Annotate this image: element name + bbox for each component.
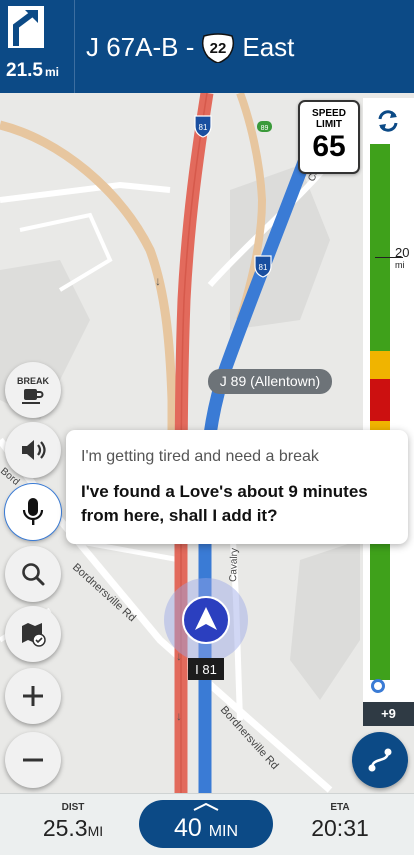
traffic-distance-marker: 20 mi	[395, 245, 410, 270]
refresh-button[interactable]	[371, 104, 405, 138]
volume-button[interactable]	[5, 422, 61, 478]
trip-time-button[interactable]: 40 MIN	[139, 800, 273, 848]
current-road-badge: I 81	[188, 658, 224, 680]
assistant-response-text: I've found a Love's about 9 minutes from…	[81, 482, 368, 525]
route-options-button[interactable]	[352, 732, 408, 788]
traffic-position-icon	[371, 679, 385, 693]
map-layers-button[interactable]	[5, 606, 61, 662]
svg-text:↓: ↓	[155, 274, 161, 288]
route-icon	[368, 748, 392, 772]
current-location-marker	[164, 578, 248, 662]
us-route-shield-icon: 22	[200, 32, 236, 63]
road-direction: East	[242, 32, 295, 62]
chevron-up-icon	[193, 802, 219, 811]
coffee-cup-icon	[22, 388, 44, 404]
interstate-81-shield: 81	[254, 255, 272, 278]
trip-distance: DIST 25.3MI	[42, 802, 104, 841]
speed-limit-sign: SPEED LIMIT 65	[298, 100, 360, 174]
break-button[interactable]: BREAK	[5, 362, 61, 418]
svg-text:J 89 (Allentown): J 89 (Allentown)	[220, 373, 320, 389]
street-label: Cavalry	[228, 548, 240, 582]
interstate-81-label: 81	[199, 123, 208, 132]
minus-icon	[23, 758, 43, 762]
navigation-header: 21.5 mi J 67A-B - 22 East	[0, 0, 414, 93]
assistant-dialog[interactable]: I'm getting tired and need a break I've …	[66, 430, 408, 544]
trip-time-value: 40 MIN	[173, 814, 239, 842]
interstate-81-shield: 81	[194, 115, 212, 138]
search-icon	[22, 563, 45, 586]
user-query-text: I'm getting tired and need a break	[81, 448, 319, 465]
trip-eta: ETA 20:31	[311, 802, 369, 841]
traffic-more-badge[interactable]: +9	[363, 702, 414, 726]
speaker-icon	[22, 440, 46, 460]
speed-limit-value: 65	[312, 130, 346, 163]
refresh-icon	[378, 110, 398, 132]
bear-right-arrow-icon	[8, 6, 44, 48]
svg-text:↓: ↓	[176, 709, 182, 723]
road-prefix: J 67A-B -	[86, 32, 195, 62]
shield-number: 22	[210, 40, 227, 57]
zoom-in-button[interactable]	[5, 668, 61, 724]
plus-icon	[23, 686, 43, 706]
next-maneuver[interactable]: 21.5 mi	[0, 0, 75, 93]
exit-label: J 89 (Allentown)	[208, 369, 332, 394]
exit-89-badge: 89	[257, 121, 272, 132]
voice-assistant-button[interactable]	[5, 484, 61, 540]
traffic-bar: 20 mi +9	[363, 98, 414, 726]
map-check-icon	[22, 623, 46, 647]
interstate-81-label: 81	[259, 263, 268, 272]
svg-text:I 81: I 81	[195, 662, 217, 677]
search-button[interactable]	[5, 546, 61, 602]
svg-text:89: 89	[261, 125, 269, 132]
road-name[interactable]: J 67A-B - 22 East	[86, 32, 294, 63]
microphone-icon	[22, 498, 44, 525]
zoom-out-button[interactable]	[5, 732, 61, 788]
maneuver-distance: 21.5 mi	[6, 60, 59, 81]
